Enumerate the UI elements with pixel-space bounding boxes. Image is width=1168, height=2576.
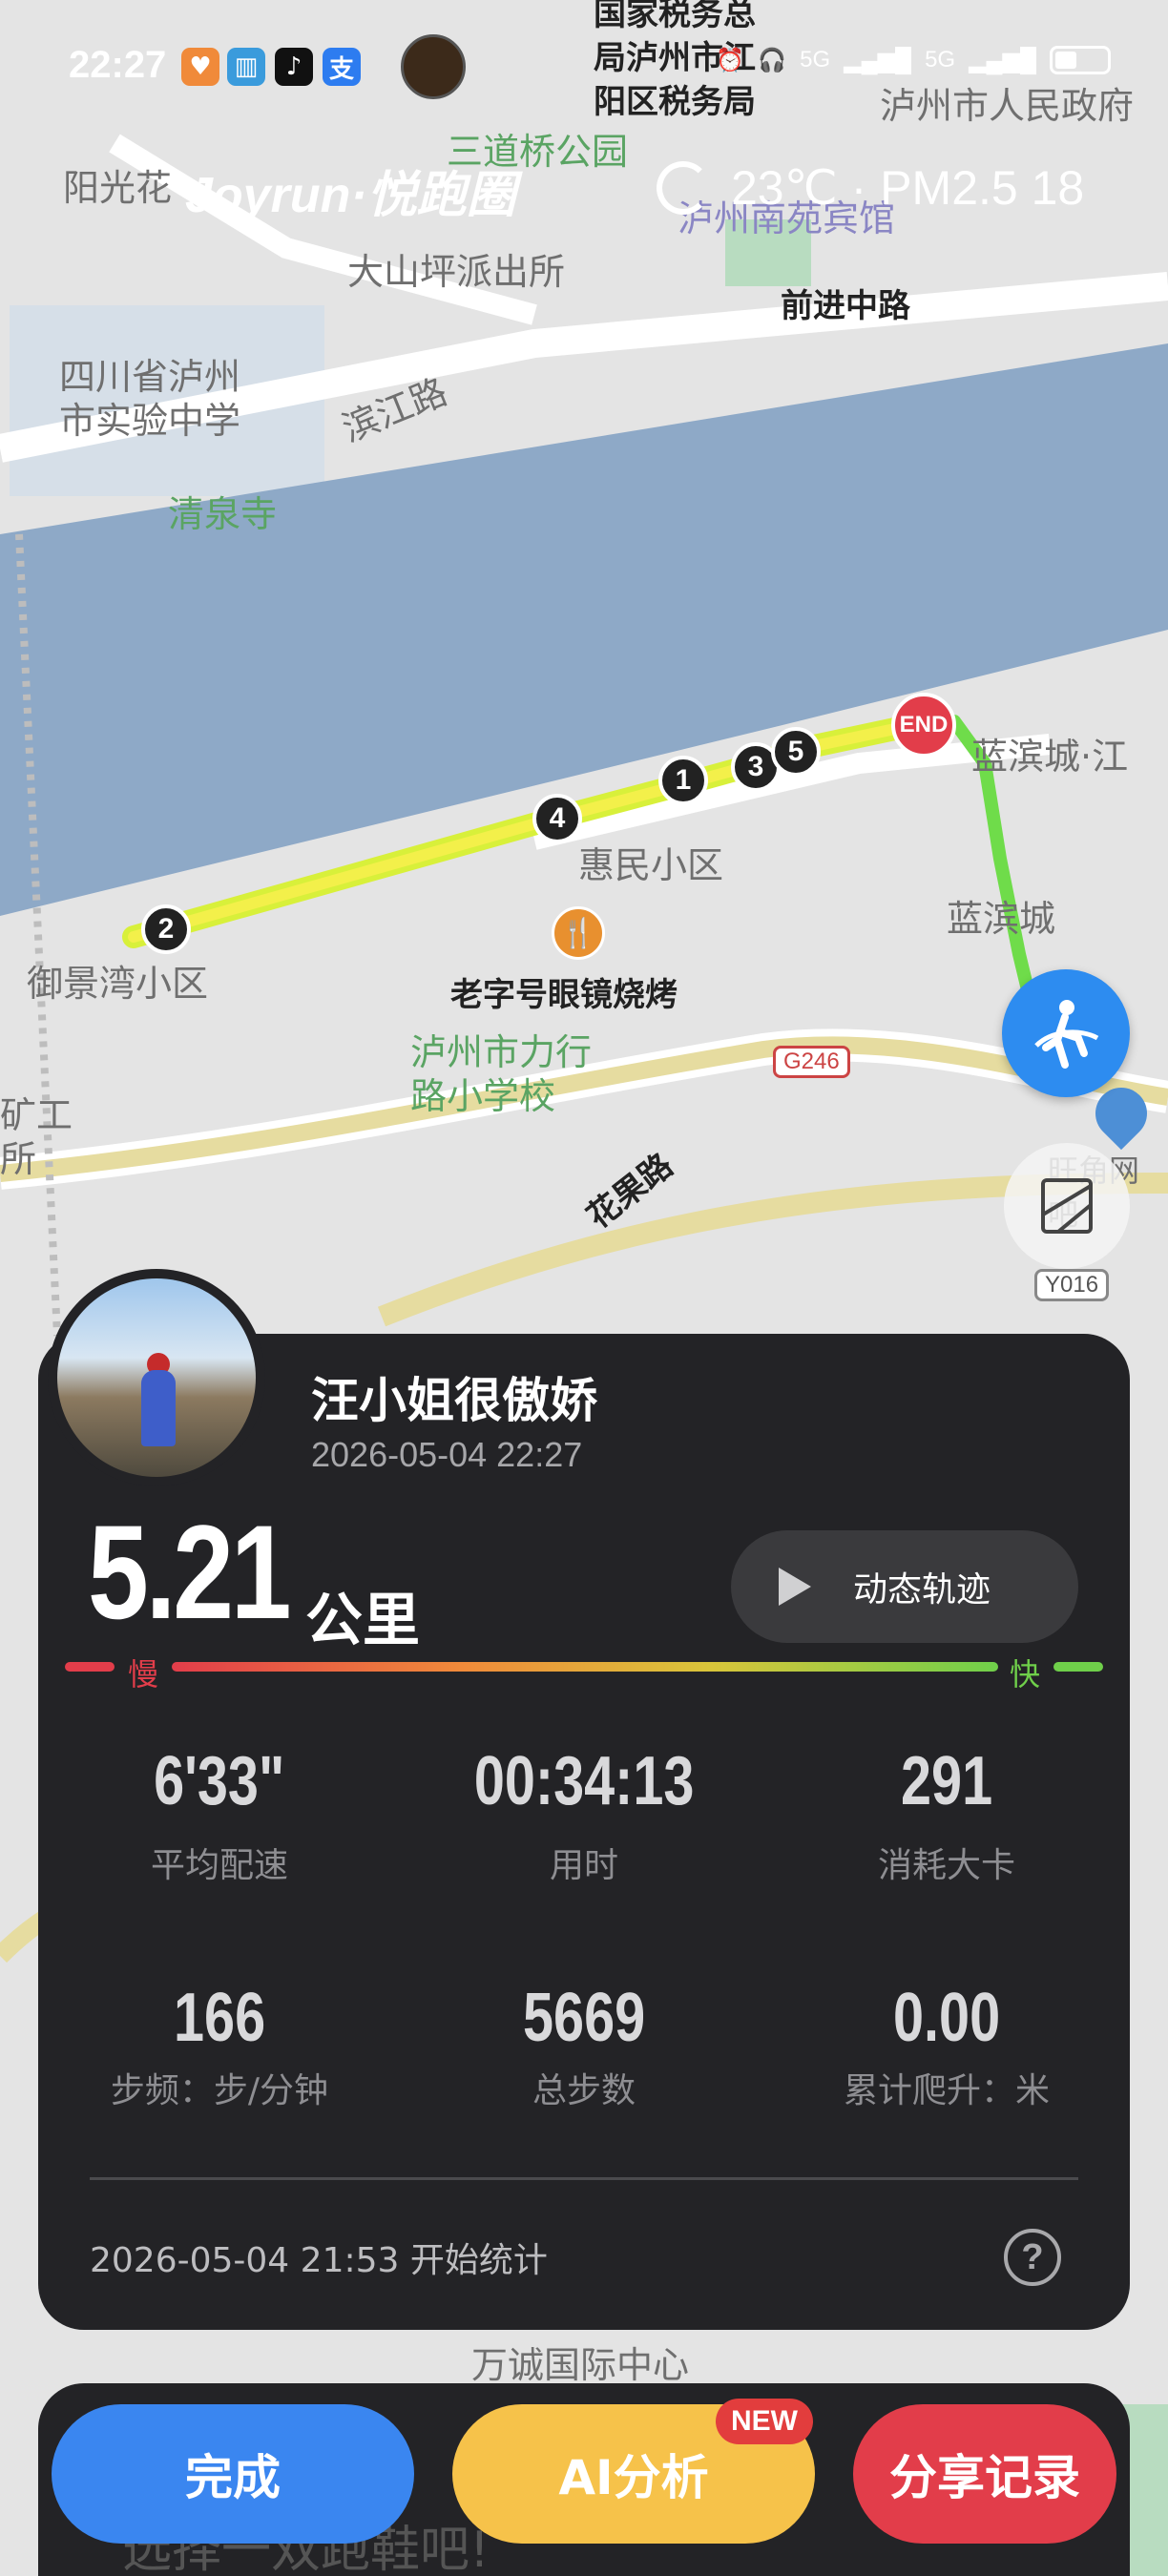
alarm-icon: ⏰	[716, 47, 745, 73]
map-label-lanbin-jiang: 蓝滨城·江	[971, 736, 1129, 778]
headphones-icon: 🎧	[758, 47, 787, 73]
stat-duration: 00:34:13 用时	[403, 1742, 765, 1887]
food-poi-icon[interactable]: 🍴	[552, 906, 605, 960]
stat-calories: 291 消耗大卡	[765, 1742, 1128, 1887]
stat-label: 平均配速	[150, 1846, 288, 1885]
runner-icon	[1034, 1000, 1099, 1069]
stat-label: 步频：步/分钟	[110, 2071, 329, 2110]
signal-2-label: 5G	[925, 47, 956, 73]
stat-value: 166	[173, 1980, 266, 2056]
help-icon[interactable]: ?	[1004, 2229, 1061, 2286]
pace-slow-label: 慢	[128, 1656, 159, 1693]
pace-color-bar	[65, 1662, 1103, 1675]
app-tiktok-icon: ♪	[275, 48, 313, 86]
km-marker-1: 1	[658, 756, 708, 805]
stat-value: 291	[900, 1743, 993, 1819]
pace-fast-label: 快	[1010, 1656, 1041, 1693]
distance-unit: 公里	[305, 1588, 420, 1654]
map-label-gov: 泸州市人民政府	[880, 85, 1135, 127]
stat-value: 5669	[522, 1980, 646, 2056]
runner-location-button[interactable]	[1002, 969, 1130, 1097]
replay-track-label: 动态轨迹	[853, 1570, 991, 1610]
stat-elevation: 0.00 累计爬升：米	[765, 1979, 1128, 2112]
map-label-bbq: 老字号眼镜烧烤	[450, 976, 678, 1014]
app-alipay-icon: 支	[323, 48, 361, 86]
share-record-button[interactable]: 分享记录	[853, 2404, 1116, 2544]
new-badge: NEW	[716, 2399, 813, 2444]
floating-app-icon[interactable]	[401, 34, 466, 99]
stat-label: 消耗大卡	[877, 1846, 1015, 1885]
moon-icon	[657, 161, 710, 215]
avatar-photo	[57, 1278, 256, 1477]
app-book-icon: ▥	[227, 48, 265, 86]
stat-steps: 5669 总步数	[403, 1979, 765, 2112]
stat-cadence: 166 步频：步/分钟	[38, 1979, 401, 2112]
km-marker-5: 5	[771, 727, 821, 777]
map-label-huimin: 惠民小区	[578, 844, 724, 886]
map-label-temple: 清泉寺	[168, 493, 278, 535]
weather-text: 23℃ · PM2.5 18	[731, 161, 1085, 215]
map-layer-button[interactable]	[1004, 1143, 1130, 1269]
stat-label: 用时	[549, 1846, 618, 1885]
replay-track-button[interactable]: 动态轨迹	[731, 1530, 1078, 1643]
road-sign-g246: G246	[773, 1046, 850, 1078]
status-indicators: ⏰ 🎧 5G ▂▄▆█ 5G ▂▄▆█	[716, 46, 1111, 74]
signal-icon-2: ▂▄▆█	[969, 47, 1036, 73]
app-heart-icon: ♥	[181, 48, 219, 86]
km-marker-2: 2	[141, 904, 191, 954]
route-end-marker: END	[891, 693, 956, 758]
stat-value: 0.00	[892, 1980, 1001, 2056]
map-label-wancheng: 万诚国际中心	[471, 2344, 690, 2386]
start-time: 2026-05-04 21:53 开始统计	[90, 2241, 548, 2280]
map-label-school: 四川省泸州 市实验中学	[59, 356, 241, 442]
map-label-lanbin: 蓝滨城	[947, 898, 1056, 940]
road-sign-y016: Y016	[1034, 1269, 1110, 1301]
stat-label: 累计爬升：米	[843, 2071, 1050, 2110]
battery-icon	[1050, 46, 1111, 74]
weather-info: 23℃ · PM2.5 18	[657, 160, 1084, 216]
user-name[interactable]: 汪小姐很傲娇	[311, 1362, 597, 1431]
map-label-yujingwan: 御景湾小区	[27, 963, 209, 1005]
stat-label: 总步数	[532, 2071, 636, 2110]
map-label-police: 大山坪派出所	[347, 251, 566, 293]
signal-icon: ▂▄▆█	[844, 47, 912, 73]
map-label-sunshine: 阳光花	[63, 167, 173, 209]
map-layer-icon	[1041, 1178, 1093, 1234]
avatar[interactable]	[48, 1269, 265, 1486]
distance-value: 5.21	[88, 1497, 292, 1647]
stat-avg-pace: 6'33" 平均配速	[38, 1742, 401, 1887]
km-marker-4: 4	[532, 794, 582, 843]
play-icon	[779, 1568, 811, 1606]
stat-value: 6'33"	[154, 1743, 285, 1819]
brand-logo: Joyrun·悦跑圈	[185, 168, 516, 223]
done-button[interactable]: 完成	[52, 2404, 414, 2544]
card-divider	[90, 2177, 1078, 2180]
stat-value: 00:34:13	[473, 1743, 695, 1819]
map-label-qianjin: 前进中路	[781, 287, 910, 325]
map-label-mine: 矿工 所	[0, 1094, 73, 1180]
signal-1-label: 5G	[800, 47, 831, 73]
run-date: 2026-05-04 22:27	[311, 1435, 583, 1474]
map-label-primary-school: 泸州市力行 路小学校	[410, 1031, 593, 1117]
status-time: 22:27	[69, 44, 167, 86]
